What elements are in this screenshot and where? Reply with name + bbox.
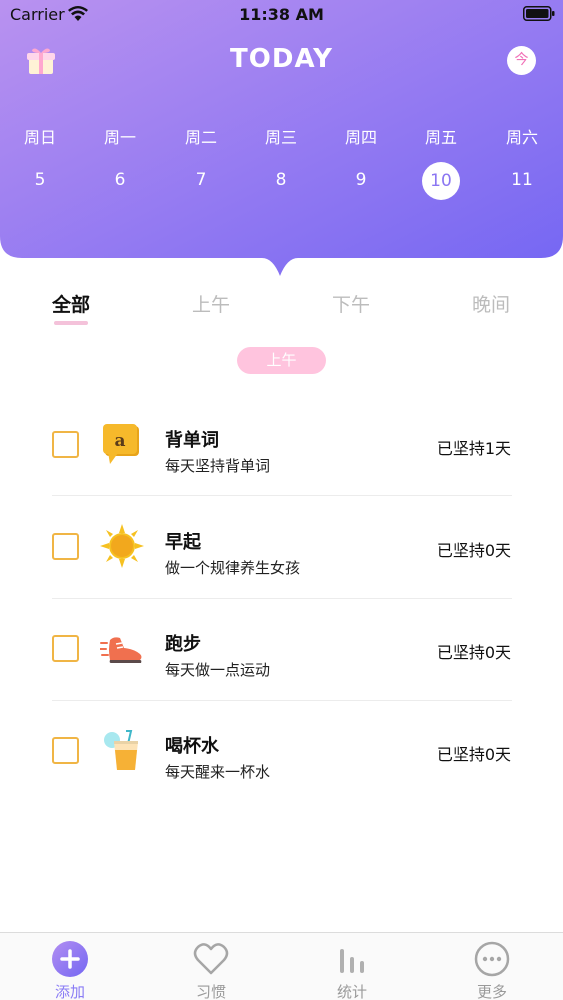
tab-indicator <box>54 321 88 325</box>
add-icon <box>52 941 88 977</box>
habit-checkbox[interactable] <box>52 635 79 662</box>
sun-icon <box>100 524 144 568</box>
section-label: 上午 <box>237 347 326 374</box>
day-6[interactable]: 6 <box>90 170 150 190</box>
habit-row[interactable]: a 背单词 每天坚持背单词 已坚持1天 <box>0 394 563 496</box>
habit-checkbox[interactable] <box>52 533 79 560</box>
habit-description: 每天坚持背单词 <box>165 457 271 475</box>
weekday-mon: 周一 <box>103 128 136 147</box>
today-button[interactable]: 今 <box>507 46 536 75</box>
tabbar-habits[interactable]: 习惯 <box>161 933 261 1000</box>
bottom-tab-bar: 添加 习惯 统计 更多 <box>0 932 563 1000</box>
weekday-thu: 周四 <box>344 128 377 147</box>
tab-morning[interactable]: 上午 <box>192 290 230 317</box>
habit-streak: 已坚持0天 <box>436 745 511 764</box>
heart-icon <box>193 943 229 975</box>
drink-cup-icon <box>104 730 138 770</box>
weekday-wed: 周三 <box>264 128 297 147</box>
tabbar-add[interactable]: 添加 <box>20 933 120 1000</box>
svg-text:a: a <box>114 431 125 451</box>
bar-chart-icon <box>340 949 364 973</box>
habit-description: 每天醒来一杯水 <box>165 763 271 781</box>
day-9[interactable]: 9 <box>331 170 391 190</box>
habit-name: 背单词 <box>165 430 219 451</box>
tabbar-stats[interactable]: 统计 <box>302 933 402 1000</box>
day-11[interactable]: 11 <box>492 170 552 190</box>
status-time: 11:38 AM <box>239 5 324 24</box>
day-8[interactable]: 8 <box>251 170 311 190</box>
weekday-fri: 周五 <box>424 128 457 147</box>
tabbar-label: 添加 <box>54 983 85 1000</box>
battery-icon <box>523 6 555 21</box>
weekday-tue: 周二 <box>184 128 217 147</box>
day-10-selected[interactable]: 10 <box>422 162 460 200</box>
tabbar-label: 统计 <box>336 983 367 1000</box>
habit-checkbox[interactable] <box>52 431 79 458</box>
running-shoe-icon <box>100 637 142 663</box>
weekday-sun: 周日 <box>23 128 56 147</box>
more-icon <box>474 941 510 977</box>
header: Carrier 11:38 AM TODAY 今 周日 周一 周二 周三 周四 … <box>0 0 563 280</box>
habit-streak: 已坚持0天 <box>436 643 511 662</box>
habit-row[interactable]: 早起 做一个规律养生女孩 已坚持0天 <box>0 496 563 598</box>
habit-description: 每天做一点运动 <box>165 661 271 679</box>
habit-checkbox[interactable] <box>52 737 79 764</box>
habit-streak: 已坚持0天 <box>436 541 511 560</box>
habit-row[interactable]: 跑步 每天做一点运动 已坚持0天 <box>0 598 563 700</box>
habit-row[interactable]: 喝杯水 每天醒来一杯水 已坚持0天 <box>0 700 563 802</box>
habit-name: 跑步 <box>165 634 201 655</box>
tab-afternoon[interactable]: 下午 <box>332 290 370 317</box>
tabbar-label: 习惯 <box>195 983 226 1000</box>
day-5[interactable]: 5 <box>10 170 70 190</box>
word-card-icon: a <box>103 424 139 464</box>
tab-all[interactable]: 全部 <box>52 290 90 317</box>
habit-streak: 已坚持1天 <box>436 439 511 458</box>
tabbar-more[interactable]: 更多 <box>442 933 542 1000</box>
habit-description: 做一个规律养生女孩 <box>165 559 301 577</box>
habit-name: 喝杯水 <box>165 736 219 757</box>
tab-evening[interactable]: 晚间 <box>472 290 510 317</box>
app-title: TODAY <box>230 44 333 74</box>
habit-name: 早起 <box>165 532 201 553</box>
tabbar-label: 更多 <box>476 983 507 1000</box>
weekday-sat: 周六 <box>505 128 538 147</box>
status-bar: Carrier 11:38 AM <box>0 0 563 30</box>
day-7[interactable]: 7 <box>171 170 231 190</box>
